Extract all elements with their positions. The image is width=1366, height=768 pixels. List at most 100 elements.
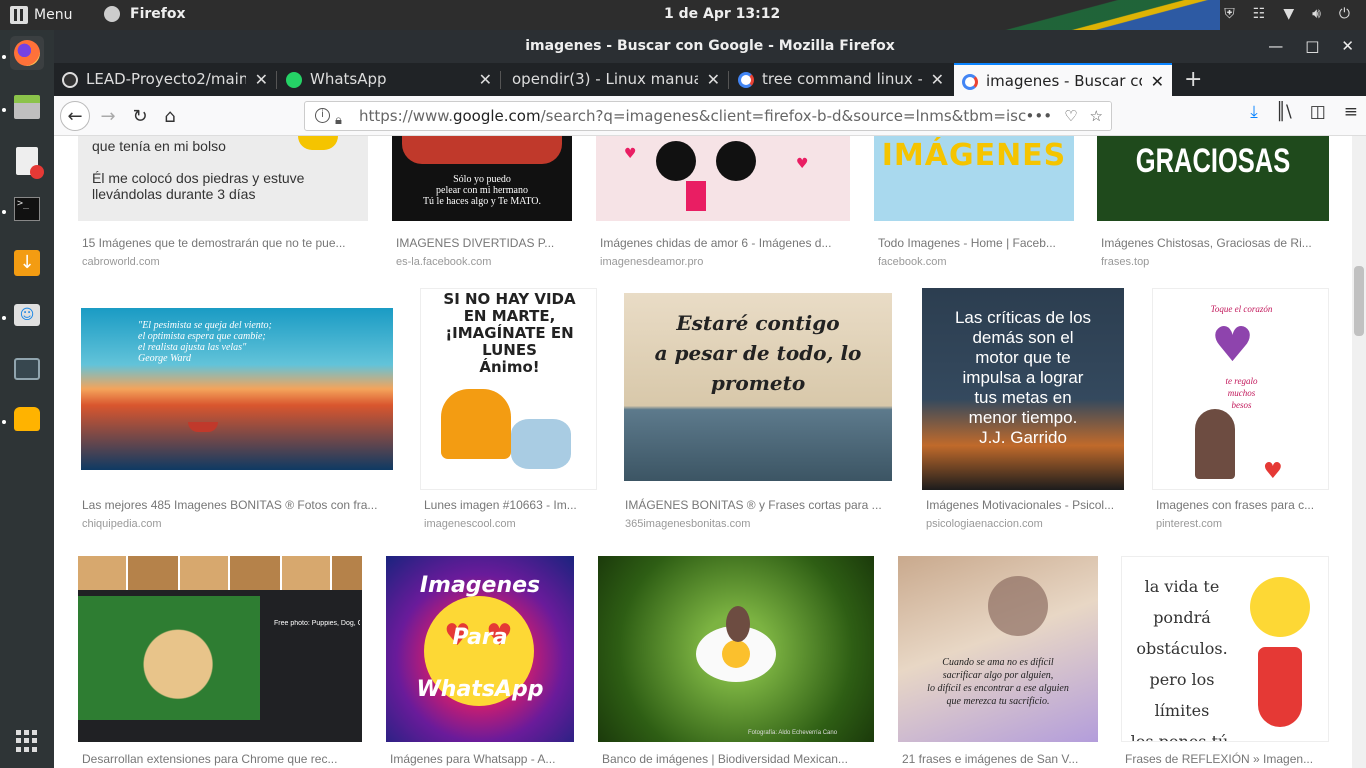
result-title[interactable]: 15 Imágenes que te demostrarán que no te… <box>82 236 368 250</box>
dock-firefox-icon[interactable] <box>10 36 44 70</box>
result-source[interactable]: pinterest.com <box>1156 518 1222 530</box>
home-button[interactable]: ⌂ <box>156 102 184 130</box>
power-icon[interactable]: ⏻ <box>1339 6 1350 22</box>
result-thumbnail[interactable]: Free photo: Puppies, Dog, Golden Retr <box>78 556 362 742</box>
new-tab-button[interactable]: + <box>1184 63 1202 96</box>
result-thumbnail[interactable]: GRACIOSAS <box>1097 136 1329 221</box>
result-title[interactable]: Frases de REFLEXIÓN » Imagen... <box>1125 752 1329 766</box>
result-source[interactable]: frases.top <box>1101 256 1149 268</box>
result-thumbnail[interactable]: Las críticas de los demás son el motor q… <box>922 288 1124 490</box>
result-thumbnail[interactable]: ♥ ♥ Imagenes Para WhatsApp <box>386 556 574 742</box>
sidebar-icon[interactable]: ◫ <box>1310 102 1326 122</box>
result-thumbnail[interactable]: Cuando se ama no es difícil sacrificar a… <box>898 556 1098 742</box>
image-result[interactable]: Las críticas de los demás son el motor q… <box>922 288 1124 530</box>
image-result[interactable]: GRACIOSAS Imágenes Chistosas, Graciosas … <box>1097 136 1329 276</box>
result-thumbnail[interactable]: Fotografía: Aldo Echeverría Cano <box>598 556 874 742</box>
dock-screenshot-icon[interactable] <box>10 352 44 386</box>
dock-chat-icon[interactable]: ☺ <box>10 298 44 332</box>
result-title[interactable]: Imágenes para Whatsapp - A... <box>390 752 574 766</box>
result-title[interactable]: Imagenes con frases para c... <box>1156 498 1329 512</box>
pocket-icon[interactable]: ♡ <box>1064 102 1077 130</box>
result-title[interactable]: Las mejores 485 Imagenes BONITAS ® Fotos… <box>82 498 396 512</box>
result-thumbnail[interactable]: que tenía en mi bolso Él me colocó dos p… <box>78 136 368 221</box>
result-source[interactable]: 365imagenesbonitas.com <box>625 518 750 530</box>
result-thumbnail[interactable]: Estaré contigo a pesar de todo, lo prome… <box>621 288 895 490</box>
tab-opendir[interactable]: opendir(3) - Linux manual p ✕ <box>502 63 728 96</box>
image-result[interactable]: que tenía en mi bolso Él me colocó dos p… <box>78 136 368 276</box>
image-result[interactable]: Cuando se ama no es difícil sacrificar a… <box>898 556 1098 768</box>
result-source[interactable]: es-la.facebook.com <box>396 256 491 268</box>
library-icon[interactable]: ║\ <box>1276 102 1292 122</box>
result-source[interactable]: psicologiaenaccion.com <box>926 518 1043 530</box>
dock-files-icon[interactable] <box>10 90 44 124</box>
result-source[interactable]: chiquipedia.com <box>82 518 162 530</box>
result-source[interactable]: facebook.com <box>878 256 946 268</box>
image-result[interactable]: Fotografía: Aldo Echeverría Cano Banco d… <box>598 556 874 768</box>
minimize-icon[interactable]: — <box>1268 30 1283 63</box>
dock-game-icon[interactable] <box>10 402 44 436</box>
result-thumbnail[interactable]: ♥ ♥ <box>596 136 850 221</box>
volume-icon[interactable]: 🔊︎ <box>1312 6 1321 22</box>
image-result[interactable]: Toque el corazón te regalo muchos besos … <box>1152 288 1329 530</box>
forward-button[interactable]: → <box>94 102 122 130</box>
bookmark-star-icon[interactable]: ☆ <box>1090 102 1103 130</box>
result-title[interactable]: Desarrollan extensiones para Chrome que … <box>82 752 362 766</box>
keyboard-layout-icon[interactable]: ☷ <box>1253 6 1266 22</box>
shield-icon[interactable]: ⛨ <box>1224 6 1235 22</box>
close-tab-icon[interactable]: ✕ <box>479 63 492 96</box>
vertical-scrollbar[interactable] <box>1352 136 1366 768</box>
window-titlebar[interactable]: imagenes - Buscar con Google - Mozilla F… <box>54 30 1366 63</box>
active-app-indicator[interactable]: Firefox <box>104 6 186 22</box>
system-menu-button[interactable]: Menu <box>10 6 72 24</box>
back-button[interactable]: ← <box>60 101 90 131</box>
result-source[interactable]: cabroworld.com <box>82 256 160 268</box>
dock-document-viewer-icon[interactable] <box>10 144 44 179</box>
tab-lead-proyecto[interactable]: LEAD-Proyecto2/main.cp ✕ <box>54 63 276 96</box>
lock-icon[interactable]: 🔒︎ <box>335 107 342 130</box>
image-result[interactable]: ♥ ♥ Imagenes Para WhatsApp Imágenes para… <box>386 556 574 768</box>
image-result[interactable]: SI NO HAY VIDA EN MARTE, ¡IMAGÍNATE EN L… <box>420 288 597 530</box>
image-result[interactable]: "El pesimista se queja del viento; el op… <box>78 288 396 530</box>
dock-terminal-icon[interactable]: >_ <box>10 192 44 226</box>
wifi-icon[interactable]: ▼ <box>1283 6 1294 22</box>
image-result[interactable]: Estaré contigo a pesar de todo, lo prome… <box>621 288 895 530</box>
downloads-icon[interactable]: ⤓ <box>1250 102 1258 122</box>
result-title[interactable]: Imágenes Motivacionales - Psicol... <box>926 498 1124 512</box>
page-actions-icon[interactable]: ••• <box>1026 102 1053 130</box>
info-icon[interactable]: i <box>315 108 330 123</box>
maximize-icon[interactable]: □ <box>1305 30 1319 63</box>
image-result[interactable]: Sólo yo puedo pelear con mi hermano Tú l… <box>392 136 572 276</box>
result-thumbnail[interactable]: SI NO HAY VIDA EN MARTE, ¡IMAGÍNATE EN L… <box>420 288 597 490</box>
tab-imagenes[interactable]: imagenes - Buscar con G ✕ <box>954 63 1172 96</box>
close-tab-icon[interactable]: ✕ <box>931 63 944 96</box>
close-tab-icon[interactable]: ✕ <box>1151 65 1164 96</box>
result-title[interactable]: Imágenes chidas de amor 6 - Imágenes d..… <box>600 236 850 250</box>
tab-tree-command[interactable]: tree command linux - B ✕ <box>730 63 952 96</box>
hamburger-menu-icon[interactable]: ≡ <box>1344 102 1358 122</box>
result-source[interactable]: imagenescool.com <box>424 518 516 530</box>
result-title[interactable]: Lunes imagen #10663 - Im... <box>424 498 597 512</box>
result-thumbnail[interactable]: "El pesimista se queja del viento; el op… <box>78 288 396 490</box>
result-thumbnail[interactable]: Sólo yo puedo pelear con mi hermano Tú l… <box>392 136 572 221</box>
result-thumbnail[interactable]: la vida te pondrá obstáculos. pero los l… <box>1121 556 1329 742</box>
result-title[interactable]: Todo Imagenes - Home | Faceb... <box>878 236 1074 250</box>
scrollbar-thumb[interactable] <box>1354 266 1364 336</box>
close-tab-icon[interactable]: ✕ <box>255 63 268 96</box>
result-title[interactable]: IMÁGENES BONITAS ® y Frases cortas para … <box>625 498 895 512</box>
result-title[interactable]: IMAGENES DIVERTIDAS P... <box>396 236 572 250</box>
result-source[interactable]: imagenesdeamor.pro <box>600 256 703 268</box>
app-grid-icon[interactable] <box>16 730 38 752</box>
result-thumbnail[interactable]: Toque el corazón te regalo muchos besos … <box>1152 288 1329 490</box>
reload-button[interactable]: ↻ <box>126 102 154 130</box>
tab-whatsapp[interactable]: WhatsApp ✕ <box>278 63 500 96</box>
result-title[interactable]: Banco de imágenes | Biodiversidad Mexica… <box>602 752 874 766</box>
image-result[interactable]: ♥ ♥ Imágenes chidas de amor 6 - Imágenes… <box>596 136 850 276</box>
result-thumbnail[interactable]: IMÁGENES <box>874 136 1074 221</box>
clock[interactable]: 1 de Apr 13:12 <box>664 6 780 22</box>
close-tab-icon[interactable]: ✕ <box>707 63 720 96</box>
result-title[interactable]: 21 frases e imágenes de San V... <box>902 752 1098 766</box>
result-title[interactable]: Imágenes Chistosas, Graciosas de Ri... <box>1101 236 1329 250</box>
image-result[interactable]: IMÁGENES Todo Imagenes - Home | Faceb...… <box>874 136 1074 276</box>
url-bar[interactable]: i 🔒︎ https://www.google.com/search?q=ima… <box>304 101 1112 131</box>
close-window-icon[interactable]: ✕ <box>1341 30 1354 63</box>
